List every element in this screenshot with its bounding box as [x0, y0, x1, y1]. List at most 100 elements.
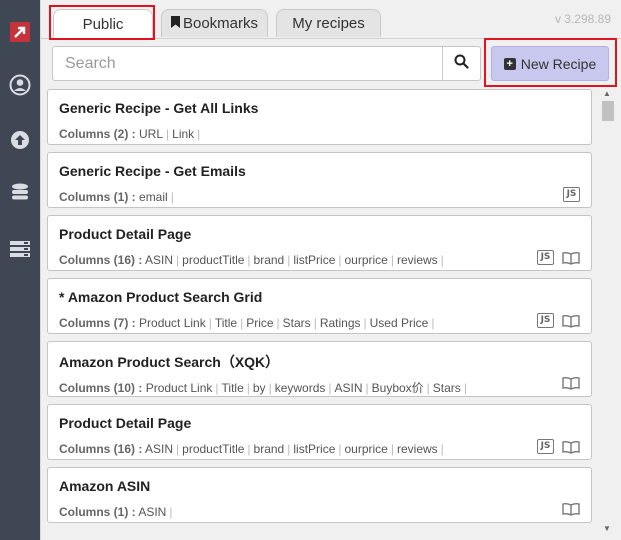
column-name: productTitle	[182, 253, 245, 267]
book-icon[interactable]	[562, 376, 580, 390]
recipe-action-icons: JS	[537, 313, 580, 328]
js-icon[interactable]: JS	[537, 439, 554, 454]
column-separator: |	[328, 381, 332, 395]
column-separator: |	[247, 442, 251, 456]
column-name: listPrice	[293, 442, 336, 456]
column-separator: |	[390, 253, 394, 267]
column-separator: |	[313, 316, 317, 330]
column-name: ourprice	[344, 253, 388, 267]
book-icon[interactable]	[562, 502, 580, 516]
columns-label: Columns (7) :	[59, 316, 136, 330]
scroll-down-arrow-icon[interactable]: ▼	[603, 524, 611, 533]
column-name: productTitle	[182, 442, 245, 456]
column-name: ASIN	[145, 253, 174, 267]
search-input[interactable]: Search	[52, 46, 443, 81]
columns-label: Columns (16) :	[59, 253, 143, 267]
database-icon[interactable]	[0, 178, 40, 208]
tab-bookmarks-label: Bookmarks	[182, 15, 259, 32]
recipe-columns: Columns (10) : Product Link | Title | by | key…	[59, 379, 470, 396]
scroll-up-arrow-icon[interactable]: ▲	[603, 89, 611, 98]
sidebar	[0, 0, 40, 540]
js-icon[interactable]: JS	[563, 187, 580, 202]
columns-label: Columns (2) :	[59, 127, 136, 141]
js-icon[interactable]: JS	[537, 250, 554, 265]
recipe-columns: Columns (16) : ASIN | productTitle | brand | l…	[59, 442, 447, 456]
column-name: keywords	[274, 381, 326, 395]
recipe-title[interactable]: Product Detail Page	[59, 415, 191, 431]
column-separator: |	[176, 442, 180, 456]
book-icon[interactable]	[562, 314, 580, 328]
recipe-columns: Columns (16) : ASIN | productTitle | brand | l…	[59, 253, 447, 267]
column-name: Product Link	[145, 381, 213, 395]
column-name: URL	[139, 127, 164, 141]
recipe-title[interactable]: Amazon ASIN	[59, 478, 150, 494]
highlight-outline-public	[49, 5, 155, 40]
recipe-title[interactable]: Product Detail Page	[59, 226, 191, 242]
upload-icon[interactable]	[0, 125, 40, 155]
highlight-outline-new-recipe	[484, 38, 617, 87]
user-icon[interactable]	[0, 70, 40, 100]
column-separator: |	[169, 505, 173, 519]
recipe-title[interactable]: Amazon Product Search（XQK）	[59, 352, 279, 372]
scroll-thumb[interactable]	[602, 101, 614, 121]
book-icon[interactable]	[562, 251, 580, 265]
column-separator: |	[390, 442, 394, 456]
column-separator: |	[365, 381, 369, 395]
column-separator: |	[363, 316, 367, 330]
column-separator: |	[338, 253, 342, 267]
column-separator: |	[166, 127, 170, 141]
recipe-title[interactable]: Generic Recipe - Get Emails	[59, 163, 246, 179]
recipe-columns: Columns (2) : URL | Link |	[59, 127, 203, 141]
bookmark-icon	[170, 15, 180, 32]
column-separator: |	[431, 316, 435, 330]
column-separator: |	[197, 127, 201, 141]
recipe-title[interactable]: Generic Recipe - Get All Links	[59, 100, 258, 116]
recipe-columns: Columns (7) : Product Link | Title | Price | S…	[59, 316, 437, 330]
column-name: brand	[253, 442, 285, 456]
recipe-action-icons: JS	[537, 439, 580, 454]
column-name: ASIN	[138, 505, 167, 519]
column-name: Stars	[282, 316, 311, 330]
recipe-card[interactable]: * Amazon Product Search Grid Columns (7) …	[47, 278, 592, 334]
recipe-card[interactable]: Generic Recipe - Get All Links Columns (2…	[47, 89, 592, 145]
recipe-card[interactable]: Product Detail Page Columns (16) : ASIN | p…	[47, 404, 592, 460]
column-separator: |	[276, 316, 280, 330]
column-name: Used Price	[369, 316, 429, 330]
column-separator: |	[287, 253, 291, 267]
column-name: Title	[214, 316, 238, 330]
tab-bookmarks[interactable]: Bookmarks	[161, 9, 268, 37]
recipe-title[interactable]: * Amazon Product Search Grid	[59, 289, 262, 305]
recipe-action-icons: JS	[563, 187, 580, 202]
recipe-card[interactable]: Generic Recipe - Get Emails Columns (1) :…	[47, 152, 592, 208]
search-icon	[454, 54, 469, 74]
recipe-card[interactable]: Amazon ASIN Columns (1) : ASIN |	[47, 467, 592, 523]
column-name: reviews	[396, 442, 438, 456]
column-separator: |	[246, 381, 250, 395]
column-name: ASIN	[145, 442, 174, 456]
column-name: email	[139, 190, 168, 204]
column-name: ASIN	[334, 381, 363, 395]
column-name: by	[252, 381, 266, 395]
column-name: Product Link	[139, 316, 206, 330]
scrollbar[interactable]: ▲ ▼	[599, 89, 616, 535]
recipe-card[interactable]: Product Detail Page Columns (16) : ASIN | p…	[47, 215, 592, 271]
column-separator: |	[440, 442, 444, 456]
column-name: Stars	[432, 381, 461, 395]
column-separator: |	[176, 253, 180, 267]
recipe-action-icons	[562, 376, 580, 390]
book-icon[interactable]	[562, 440, 580, 454]
search-placeholder: Search	[65, 54, 116, 72]
version-label: v 3.298.89	[554, 12, 611, 26]
column-name: brand	[253, 253, 285, 267]
column-separator: |	[215, 381, 219, 395]
server-icon[interactable]	[0, 234, 40, 264]
recipe-action-icons: JS	[537, 250, 580, 265]
column-separator: |	[268, 381, 272, 395]
tab-my-recipes[interactable]: My recipes	[276, 9, 381, 37]
search-button[interactable]	[442, 46, 481, 81]
recipe-card[interactable]: Amazon Product Search（XQK） Columns (10) :…	[47, 341, 592, 397]
js-icon[interactable]: JS	[537, 313, 554, 328]
column-name: Link	[172, 127, 195, 141]
logo-icon[interactable]	[0, 17, 40, 47]
columns-label: Columns (1) :	[59, 190, 136, 204]
